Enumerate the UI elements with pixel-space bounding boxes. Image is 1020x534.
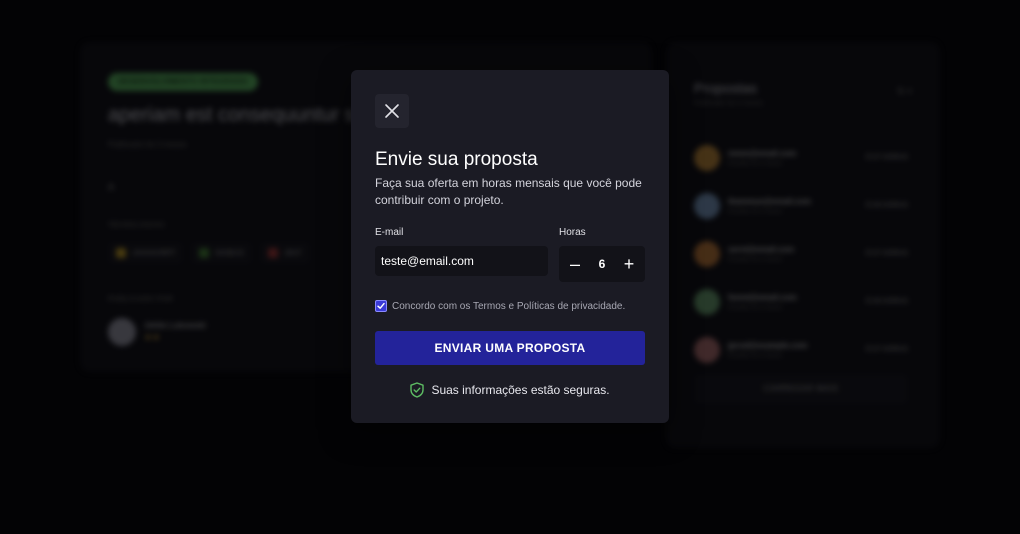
shield-check-icon	[410, 382, 425, 398]
modal-description: Faça sua oferta em horas mensais que voc…	[375, 176, 642, 207]
security-text: Suas informações estão seguras.	[431, 383, 610, 397]
hours-stepper: – 6 +	[559, 246, 645, 282]
security-note: Suas informações estão seguras.	[351, 382, 669, 398]
terms-checkbox[interactable]	[375, 300, 387, 312]
terms-row: Concordo com os Termos e Políticas de pr…	[375, 300, 625, 312]
proposal-modal: Envie sua proposta Faça sua oferta em ho…	[351, 70, 669, 423]
email-field[interactable]	[375, 246, 548, 276]
increment-button[interactable]: +	[621, 255, 637, 273]
decrement-button[interactable]: –	[567, 255, 583, 273]
check-icon	[377, 302, 385, 309]
close-button[interactable]	[375, 94, 409, 128]
close-icon	[385, 104, 399, 118]
modal-title: Envie sua proposta	[375, 149, 538, 170]
email-label: E-mail	[375, 227, 404, 238]
hours-label: Horas	[559, 227, 586, 238]
submit-proposal-button[interactable]: ENVIAR UMA PROPOSTA	[375, 331, 645, 365]
hours-value: 6	[598, 257, 606, 271]
terms-label: Concordo com os Termos e Políticas de pr…	[392, 300, 626, 312]
